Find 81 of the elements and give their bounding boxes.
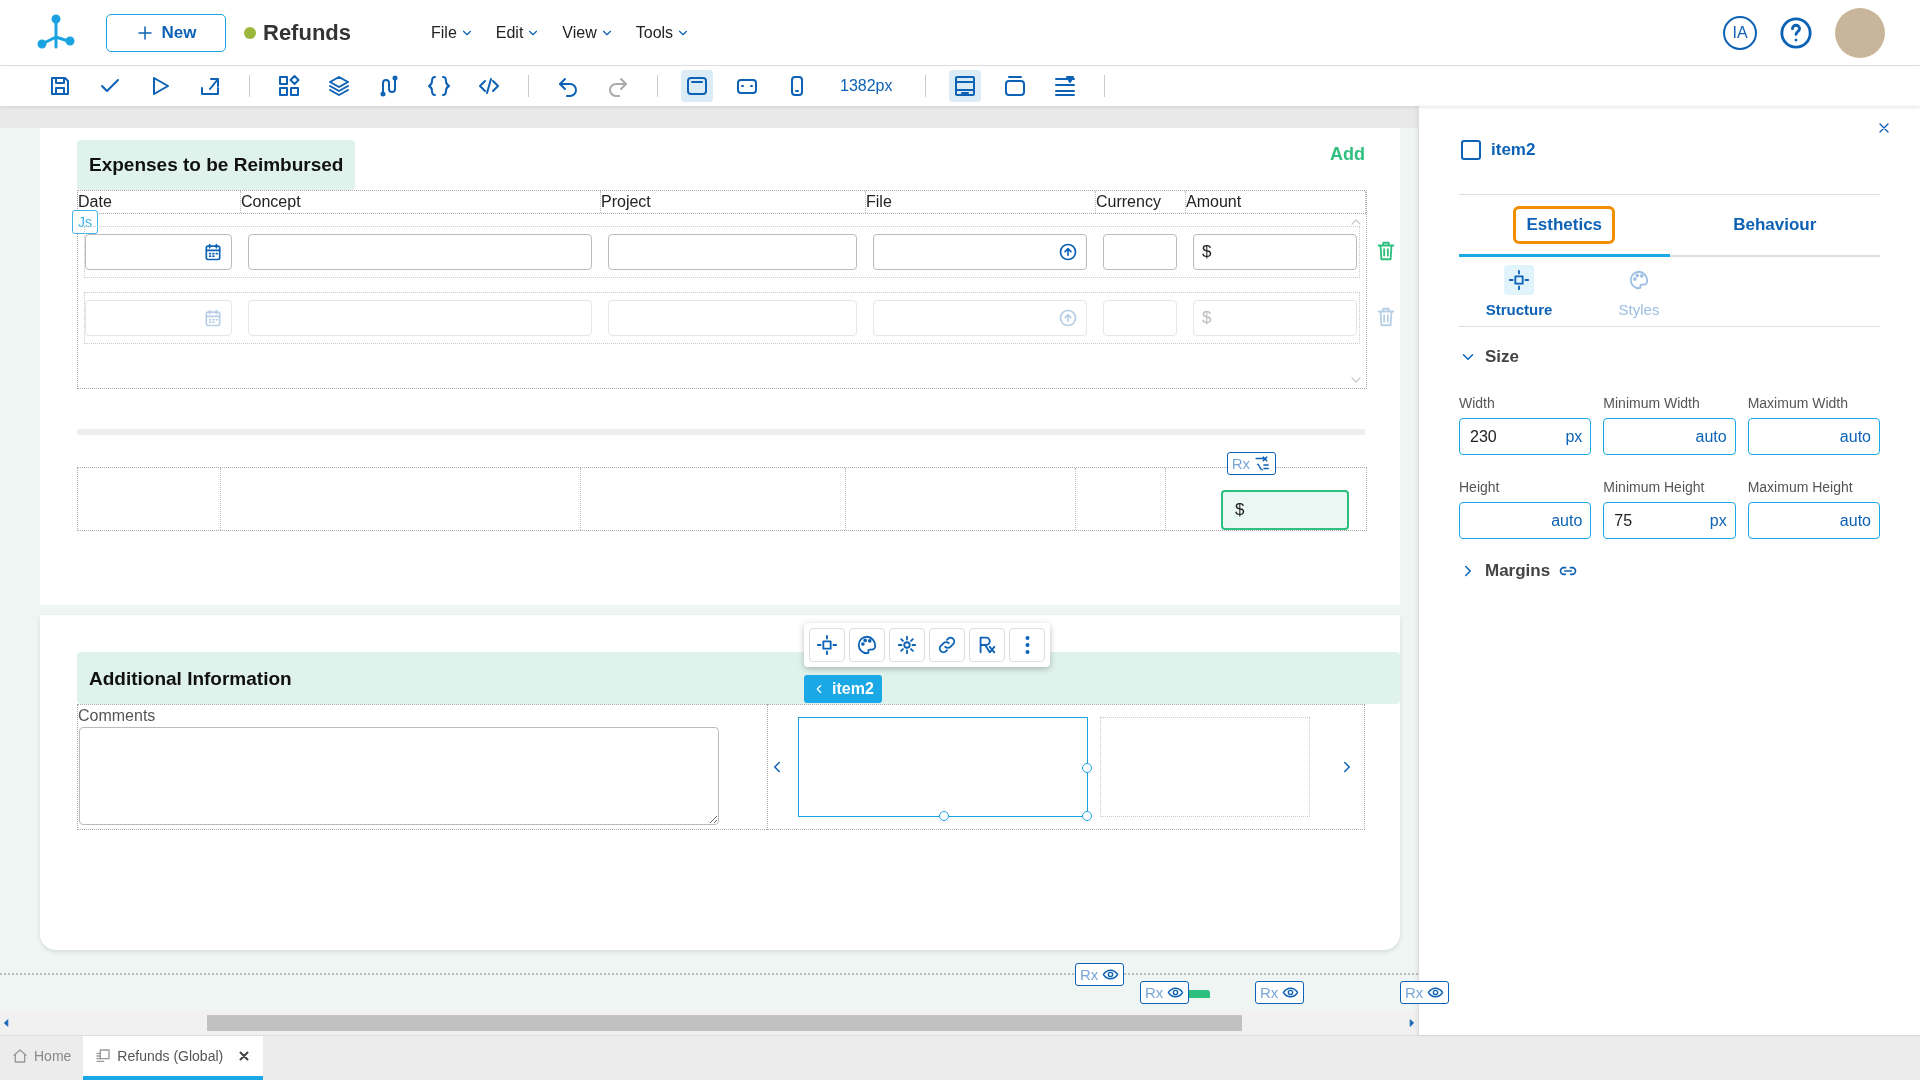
- menu-item[interactable]: File: [431, 23, 474, 42]
- section-toggle[interactable]: Margins: [1459, 561, 1579, 581]
- column-header: Amount: [1186, 191, 1366, 213]
- app-title: Refunds: [263, 19, 351, 46]
- page-icon: [95, 1048, 112, 1064]
- formula-icon: [1254, 455, 1271, 472]
- total-field[interactable]: $: [1221, 490, 1349, 530]
- status-dot: [244, 26, 256, 39]
- field-label: Minimum Height: [1603, 479, 1706, 495]
- grid-icon: [277, 74, 301, 98]
- column-header: Project: [601, 191, 866, 213]
- palette-button[interactable]: [849, 628, 885, 662]
- align-icon: [1052, 74, 1077, 98]
- upload-icon: [1058, 308, 1078, 328]
- file-field[interactable]: [873, 234, 1087, 270]
- move-button[interactable]: [809, 628, 845, 662]
- settings-button[interactable]: [889, 628, 925, 662]
- more-button[interactable]: [1009, 628, 1045, 662]
- menu-item[interactable]: Edit: [495, 23, 541, 42]
- frame-icon: [1002, 74, 1027, 98]
- scrollbar-thumb[interactable]: [207, 1014, 1242, 1031]
- concept-field[interactable]: [248, 234, 592, 270]
- comments-field[interactable]: [79, 727, 719, 825]
- upload-icon: [1058, 242, 1078, 262]
- link-button[interactable]: [929, 628, 965, 662]
- new-button[interactable]: New: [106, 13, 226, 52]
- column-header: Currency: [1096, 191, 1186, 213]
- page-layout-icon: [952, 74, 977, 98]
- field-label: Width: [1459, 395, 1496, 411]
- layers-icon: [327, 74, 351, 98]
- move-icon: [1508, 269, 1530, 291]
- field-label: Minimum Width: [1603, 395, 1701, 411]
- move-icon: [816, 634, 838, 656]
- menu-item[interactable]: Tools: [635, 23, 691, 42]
- size-field[interactable]: 230 px: [1459, 418, 1592, 455]
- currency-field[interactable]: [1103, 234, 1177, 270]
- column-header: File: [866, 191, 1096, 213]
- size-field[interactable]: 75 px: [1603, 502, 1736, 539]
- tab[interactable]: Esthetics: [1459, 195, 1670, 257]
- tab[interactable]: Refunds (Global): [83, 1036, 264, 1080]
- size-field[interactable]: auto: [1459, 502, 1592, 539]
- width-reading: 1382px: [840, 77, 893, 95]
- field-label: Comments: [78, 706, 157, 726]
- size-field[interactable]: auto: [1747, 418, 1880, 455]
- trash-icon: [1375, 240, 1397, 262]
- link-icon: [936, 634, 958, 656]
- field-label: Maximum Height: [1747, 479, 1854, 495]
- plus-icon: [135, 23, 154, 42]
- item-name: item2: [1491, 140, 1536, 160]
- size-field[interactable]: auto: [1603, 418, 1736, 455]
- field-label: Height: [1459, 479, 1501, 495]
- column-header: Concept: [241, 191, 601, 213]
- calendar-icon: [203, 308, 223, 328]
- toolbar-button[interactable]: [681, 70, 713, 102]
- toolbar-button[interactable]: [948, 70, 981, 102]
- project-field[interactable]: [608, 234, 857, 270]
- checkbox[interactable]: [1461, 140, 1481, 160]
- calendar-icon: [203, 242, 223, 262]
- home-icon: [12, 1048, 28, 1064]
- close-icon: [237, 1049, 252, 1063]
- tab[interactable]: Behaviour: [1669, 195, 1880, 257]
- formula-button[interactable]: [969, 628, 1005, 662]
- desktop-icon: [685, 74, 709, 98]
- palette-icon: [856, 634, 878, 656]
- section-toggle[interactable]: Size: [1459, 347, 1520, 367]
- subtab[interactable]: Structure: [1459, 265, 1579, 318]
- braces-icon: [427, 74, 451, 98]
- save-icon: [48, 74, 72, 98]
- trash-icon: [1375, 306, 1397, 328]
- field-label: Maximum Width: [1747, 395, 1849, 411]
- more-icon: [1024, 636, 1030, 654]
- size-field[interactable]: auto: [1747, 502, 1880, 539]
- section-title: Expenses to be Reimbursed: [77, 140, 356, 190]
- settings-icon: [896, 634, 918, 656]
- amount-field[interactable]: $: [1193, 234, 1357, 270]
- palette-icon: [1628, 269, 1650, 291]
- help-icon: [1779, 15, 1813, 50]
- menu-item[interactable]: View: [562, 23, 614, 42]
- tab[interactable]: Home: [0, 1036, 84, 1080]
- ai-button[interactable]: IA: [1723, 15, 1757, 50]
- date-field[interactable]: [85, 234, 232, 270]
